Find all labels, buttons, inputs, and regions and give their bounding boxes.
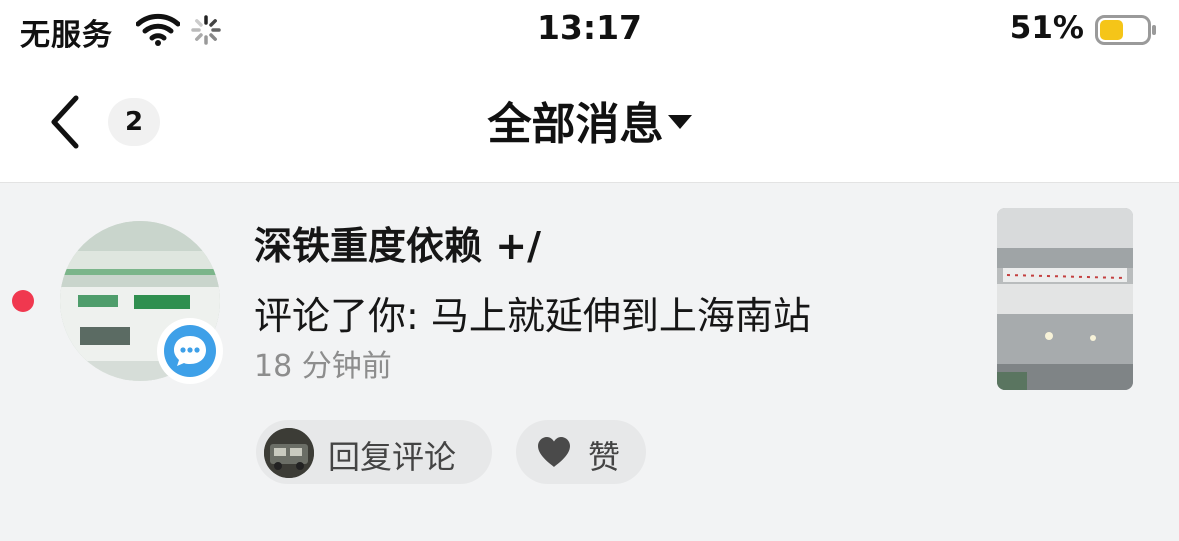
page-title[interactable]: 全部消息 <box>488 88 664 152</box>
status-bar: 无服务 13:17 51% <box>0 0 1179 62</box>
comment-bubble-icon <box>164 325 216 377</box>
like-button[interactable]: 赞 <box>516 420 646 484</box>
username[interactable]: 深铁重度依赖 +/ <box>254 215 541 270</box>
nav-bar: 2 全部消息 <box>0 62 1179 183</box>
battery-fill <box>1100 20 1123 40</box>
title-dropdown[interactable]: 全部消息 <box>0 88 1179 152</box>
avatar-badge <box>157 318 223 384</box>
like-label[interactable]: 赞 <box>588 432 620 478</box>
battery-percent: 51% <box>1009 10 1084 46</box>
my-avatar <box>264 428 314 478</box>
reply-label[interactable]: 回复评论 <box>328 432 456 478</box>
heart-icon[interactable] <box>536 436 572 468</box>
post-thumbnail[interactable] <box>997 208 1133 390</box>
timestamp: 18 分钟前 <box>254 349 392 384</box>
comment-text: 评论了你: 马上就延伸到上海南站 <box>254 294 811 338</box>
unread-dot <box>12 290 34 312</box>
message-item[interactable]: 深铁重度依赖 +/ 评论了你: 马上就延伸到上海南站 18 分钟前 回复评论 赞 <box>0 183 1179 541</box>
battery-icon <box>1095 15 1157 45</box>
caret-down-icon[interactable] <box>667 115 692 129</box>
reply-comment-button[interactable]: 回复评论 <box>256 420 492 484</box>
clock: 13:17 <box>536 8 643 47</box>
